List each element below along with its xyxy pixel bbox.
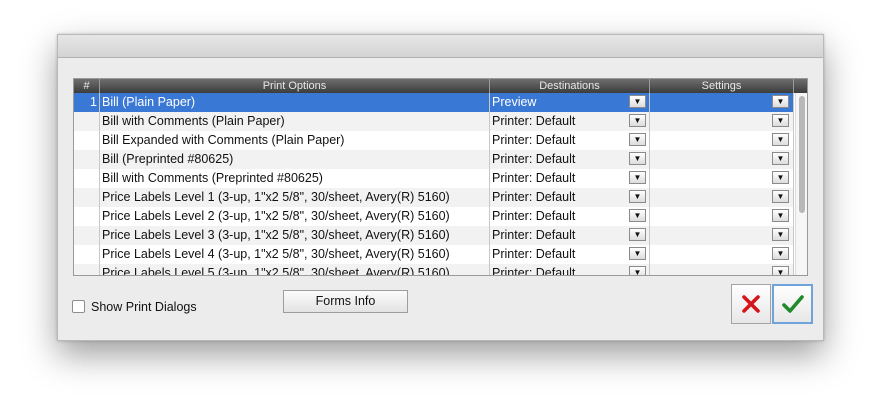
table-body: 1 Bill (Plain Paper) Preview ▼ ▼ Bill with Co… [74, 93, 807, 275]
destination-value: Printer: Default [492, 171, 576, 185]
table-row[interactable]: Price Labels Level 2 (3-up, 1"x2 5/8", 3… [74, 207, 794, 226]
row-number [74, 131, 100, 150]
dropdown-arrow-icon[interactable]: ▼ [772, 247, 789, 260]
dropdown-arrow-icon[interactable]: ▼ [772, 95, 789, 108]
column-header-print-options[interactable]: Print Options [100, 79, 490, 93]
table-scrollbar[interactable] [795, 93, 807, 275]
settings-select[interactable]: ▼ [650, 131, 794, 150]
table-row[interactable]: Price Labels Level 4 (3-up, 1"x2 5/8", 3… [74, 245, 794, 264]
checkmark-icon [781, 295, 804, 313]
show-print-dialogs-label: Show Print Dialogs [91, 300, 197, 314]
destination-value: Printer: Default [492, 247, 576, 261]
close-x-icon [742, 295, 760, 313]
print-option-name: Price Labels Level 1 (3-up, 1"x2 5/8", 3… [100, 188, 490, 207]
dropdown-arrow-icon[interactable]: ▼ [772, 228, 789, 241]
row-number [74, 226, 100, 245]
dropdown-arrow-icon[interactable]: ▼ [629, 152, 646, 165]
settings-select[interactable]: ▼ [650, 188, 794, 207]
print-option-name: Bill with Comments (Preprinted #80625) [100, 169, 490, 188]
destination-select[interactable]: Printer: Default ▼ [490, 169, 650, 188]
dropdown-arrow-icon[interactable]: ▼ [772, 152, 789, 165]
dropdown-arrow-icon[interactable]: ▼ [772, 133, 789, 146]
column-header-destinations[interactable]: Destinations [490, 79, 650, 93]
settings-select[interactable]: ▼ [650, 226, 794, 245]
destination-select[interactable]: Printer: Default ▼ [490, 188, 650, 207]
dropdown-arrow-icon[interactable]: ▼ [772, 266, 789, 275]
settings-select[interactable]: ▼ [650, 93, 794, 112]
table-row[interactable]: 1 Bill (Plain Paper) Preview ▼ ▼ [74, 93, 794, 112]
dropdown-arrow-icon[interactable]: ▼ [772, 114, 789, 127]
dropdown-arrow-icon[interactable]: ▼ [629, 114, 646, 127]
dropdown-arrow-icon[interactable]: ▼ [629, 247, 646, 260]
row-number: 1 [74, 93, 100, 112]
scrollbar-thumb[interactable] [799, 96, 805, 213]
destination-select[interactable]: Printer: Default ▼ [490, 207, 650, 226]
dropdown-arrow-icon[interactable]: ▼ [629, 95, 646, 108]
print-option-name: Price Labels Level 2 (3-up, 1"x2 5/8", 3… [100, 207, 490, 226]
destination-select[interactable]: Printer: Default ▼ [490, 112, 650, 131]
row-number [74, 169, 100, 188]
print-option-name: Bill Expanded with Comments (Plain Paper… [100, 131, 490, 150]
column-header-number[interactable]: # [74, 79, 100, 93]
dropdown-arrow-icon[interactable]: ▼ [772, 171, 789, 184]
row-number [74, 245, 100, 264]
print-option-name: Bill (Preprinted #80625) [100, 150, 490, 169]
dropdown-arrow-icon[interactable]: ▼ [629, 190, 646, 203]
print-option-name: Price Labels Level 3 (3-up, 1"x2 5/8", 3… [100, 226, 490, 245]
destination-select[interactable]: Printer: Default ▼ [490, 264, 650, 275]
print-options-table: # Print Options Destinations Settings 1B… [73, 78, 808, 276]
destination-select[interactable]: Preview ▼ [490, 93, 650, 112]
table-row[interactable]: Price Labels Level 3 (3-up, 1"x2 5/8", 3… [74, 226, 794, 245]
row-number [74, 207, 100, 226]
destination-value: Printer: Default [492, 190, 576, 204]
table-row[interactable]: Bill Expanded with Comments (Plain Paper… [74, 131, 794, 150]
row-number [74, 150, 100, 169]
settings-select[interactable]: ▼ [650, 207, 794, 226]
destination-value: Printer: Default [492, 114, 576, 128]
row-number [74, 264, 100, 275]
print-option-name: Price Labels Level 4 (3-up, 1"x2 5/8", 3… [100, 245, 490, 264]
destination-value: Printer: Default [492, 133, 576, 147]
table-header: # Print Options Destinations Settings [74, 79, 807, 93]
column-header-settings[interactable]: Settings [650, 79, 794, 93]
destination-value: Printer: Default [492, 209, 576, 223]
dropdown-arrow-icon[interactable]: ▼ [629, 133, 646, 146]
destination-value: Printer: Default [492, 266, 576, 275]
print-options-dialog: # Print Options Destinations Settings 1B… [57, 34, 824, 341]
settings-select[interactable]: ▼ [650, 245, 794, 264]
window-titlebar[interactable] [58, 35, 823, 58]
dropdown-arrow-icon[interactable]: ▼ [629, 228, 646, 241]
settings-select[interactable]: ▼ [650, 112, 794, 131]
destination-value: Printer: Default [492, 152, 576, 166]
table-row[interactable]: Bill (Preprinted #80625) Printer: Default… [74, 150, 794, 169]
destination-select[interactable]: Printer: Default ▼ [490, 245, 650, 264]
settings-select[interactable]: ▼ [650, 150, 794, 169]
settings-select[interactable]: ▼ [650, 264, 794, 275]
destination-value: Printer: Default [492, 228, 576, 242]
table-row[interactable]: Price Labels Level 1 (3-up, 1"x2 5/8", 3… [74, 188, 794, 207]
dropdown-arrow-icon[interactable]: ▼ [629, 209, 646, 222]
destination-select[interactable]: Printer: Default ▼ [490, 226, 650, 245]
table-row[interactable]: Price Labels Level 5 (3-up, 1"x2 5/8", 3… [74, 264, 794, 275]
forms-info-button[interactable]: Forms Info [283, 290, 408, 313]
print-option-name: Price Labels Level 5 (3-up, 1"x2 5/8", 3… [100, 264, 490, 275]
print-option-name: Bill with Comments (Plain Paper) [100, 112, 490, 131]
cancel-button[interactable] [731, 284, 771, 324]
settings-select[interactable]: ▼ [650, 169, 794, 188]
table-row[interactable]: Bill with Comments (Preprinted #80625) Pr… [74, 169, 794, 188]
dropdown-arrow-icon[interactable]: ▼ [772, 209, 789, 222]
print-option-name: Bill (Plain Paper) [100, 93, 490, 112]
dropdown-arrow-icon[interactable]: ▼ [629, 171, 646, 184]
dropdown-arrow-icon[interactable]: ▼ [629, 266, 646, 275]
show-print-dialogs-checkbox[interactable] [72, 300, 85, 313]
table-row[interactable]: Bill with Comments (Plain Paper) Printer:… [74, 112, 794, 131]
dropdown-arrow-icon[interactable]: ▼ [772, 190, 789, 203]
row-number [74, 188, 100, 207]
destination-value: Preview [492, 95, 537, 109]
confirm-button[interactable] [772, 284, 813, 324]
destination-select[interactable]: Printer: Default ▼ [490, 150, 650, 169]
destination-select[interactable]: Printer: Default ▼ [490, 131, 650, 150]
row-number [74, 112, 100, 131]
